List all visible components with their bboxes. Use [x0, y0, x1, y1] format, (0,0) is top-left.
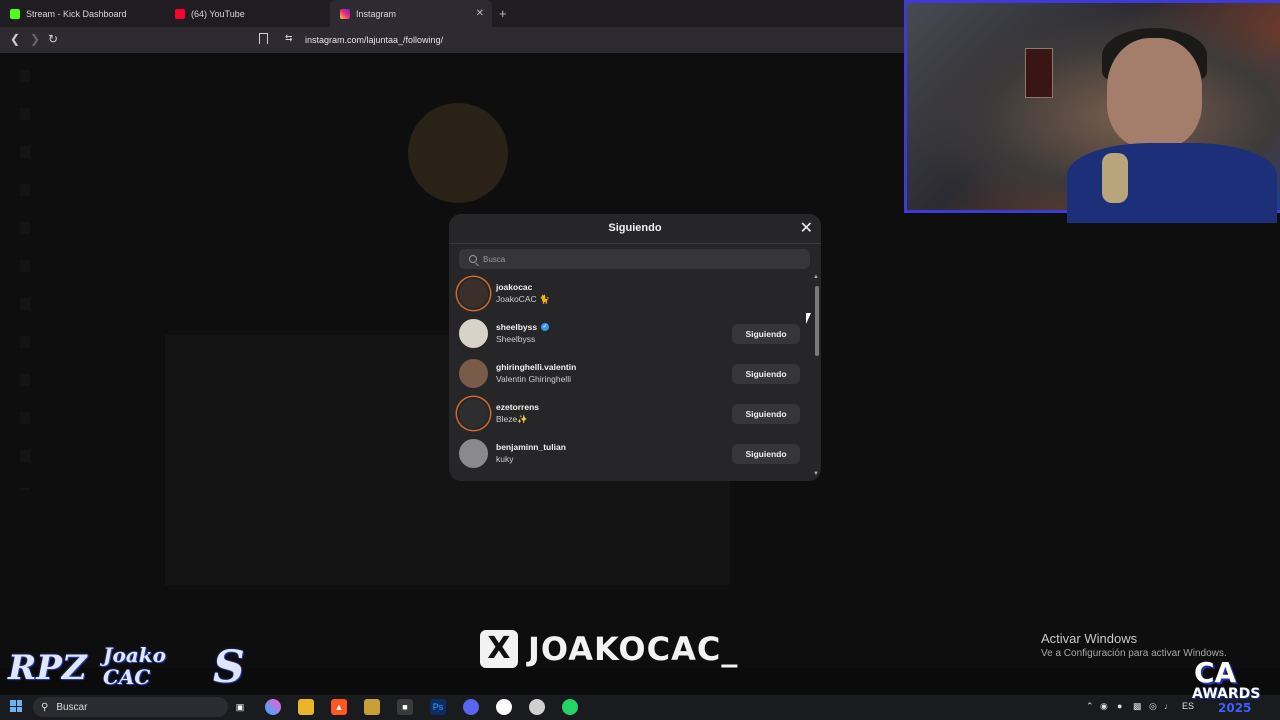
- username[interactable]: ezetorrens: [496, 402, 539, 412]
- avatar[interactable]: [457, 317, 490, 350]
- username[interactable]: ghiringhelli.valentin: [496, 362, 576, 372]
- s-logo: S: [213, 642, 245, 693]
- tab-close-icon[interactable]: ✕: [476, 8, 484, 19]
- following-button[interactable]: Siguiendo: [732, 444, 800, 464]
- youtube-icon: [175, 8, 185, 19]
- following-row[interactable]: ezetorrens Bleze✨ Siguiendo: [449, 394, 813, 434]
- tray-chevron-icon[interactable]: ⌃: [1086, 701, 1094, 712]
- taskbar-search-label: Buscar: [56, 701, 88, 713]
- app-icon[interactable]: [364, 699, 380, 715]
- instagram-icon: [340, 8, 350, 19]
- windows-start-icon[interactable]: [10, 700, 22, 712]
- tray-mic-icon[interactable]: ●: [1117, 701, 1122, 711]
- profile-picture: [408, 103, 508, 203]
- copilot-icon[interactable]: [265, 699, 281, 715]
- capcut-icon[interactable]: ■: [397, 699, 413, 715]
- following-row[interactable]: ghiringhelli.valentin Valentin Ghiringhel…: [449, 354, 813, 394]
- scrollbar-thumb[interactable]: [815, 286, 819, 356]
- username[interactable]: sheelbyss: [496, 322, 537, 332]
- full-name: JoakoCAC 🐈: [496, 294, 550, 304]
- avatar[interactable]: [457, 397, 490, 430]
- tray-volume-icon[interactable]: ♩: [1164, 701, 1173, 711]
- ca-awards-logo: CA AWARDS 2025: [1188, 656, 1278, 716]
- joako-logo: Joako CAC: [103, 643, 166, 689]
- username[interactable]: joakocac: [496, 282, 532, 292]
- search-icon: [469, 255, 477, 263]
- avatar[interactable]: [457, 357, 490, 390]
- activate-windows-title: Activar Windows: [1041, 631, 1138, 646]
- site-info-icon[interactable]: ⇆: [285, 33, 293, 44]
- scroll-up-icon[interactable]: ▲: [813, 274, 819, 280]
- task-view-icon[interactable]: ▣: [232, 699, 248, 715]
- tab-kick[interactable]: Stream - Kick Dashboard: [0, 0, 165, 27]
- back-icon[interactable]: ❮: [10, 32, 20, 46]
- handle-text: JOAKOCAC_: [528, 630, 739, 668]
- following-button[interactable]: Siguiendo: [732, 364, 800, 384]
- avatar[interactable]: [457, 277, 490, 310]
- brave-icon[interactable]: ▲: [331, 699, 347, 715]
- tab-label: Instagram: [356, 8, 397, 19]
- full-name: Sheelbyss: [496, 334, 536, 344]
- sidebar-icons: [20, 70, 30, 490]
- tray-app-icon[interactable]: ▩: [1133, 701, 1142, 712]
- tab-youtube[interactable]: (64) YouTube: [165, 0, 330, 27]
- search-box[interactable]: [459, 249, 810, 269]
- new-tab-button[interactable]: +: [499, 6, 507, 21]
- file-explorer-icon[interactable]: [298, 699, 314, 715]
- browser-tab-bar: Stream - Kick Dashboard (64) YouTube Ins…: [0, 0, 904, 27]
- tab-label: Stream - Kick Dashboard: [26, 8, 127, 19]
- username[interactable]: benjaminn_tulian: [496, 442, 566, 452]
- tray-wifi-icon[interactable]: ◎: [1149, 701, 1157, 712]
- full-name: Valentin Ghiringhelli: [496, 374, 571, 384]
- awards-year-text: 2025: [1218, 701, 1252, 715]
- tab-instagram[interactable]: Instagram ✕: [330, 0, 492, 27]
- divider: [449, 243, 821, 244]
- photoshop-icon[interactable]: Ps: [430, 699, 446, 715]
- webcam-feed: [904, 0, 1280, 223]
- address-bar: [0, 27, 904, 53]
- tray-network-icon[interactable]: ◉: [1100, 701, 1108, 712]
- forward-icon[interactable]: ❯: [30, 32, 40, 46]
- discord-icon[interactable]: [463, 699, 479, 715]
- search-input[interactable]: [483, 254, 783, 264]
- taskbar-search[interactable]: ⚲ Buscar: [33, 697, 228, 717]
- verified-badge-icon: ✓: [541, 323, 549, 331]
- url-field[interactable]: instagram.com/lajuntaa_/following/: [305, 35, 443, 45]
- avatar[interactable]: [457, 437, 490, 470]
- obs-icon[interactable]: [529, 699, 545, 715]
- following-list: joakocac JoakoCAC 🐈 sheelbyss ✓ Sheelbyss Sig…: [449, 274, 813, 481]
- reload-icon[interactable]: ↻: [48, 32, 58, 46]
- following-row[interactable]: sheelbyss ✓ Sheelbyss Siguiendo: [449, 314, 813, 354]
- following-row[interactable]: benjaminn_tuliankuky Siguiendo: [449, 434, 813, 474]
- following-modal: Siguiendo ✕ joakocac JoakoCAC 🐈 sheelbyss ✓…: [449, 214, 821, 481]
- following-button[interactable]: Siguiendo: [732, 404, 800, 424]
- awards-word-text: AWARDS: [1192, 686, 1261, 702]
- tab-label: (64) YouTube: [191, 8, 245, 19]
- stream-logos: RPZ Joako CAC S: [8, 640, 263, 700]
- scroll-down-icon[interactable]: ▼: [813, 471, 819, 477]
- kick-icon: [10, 8, 20, 19]
- mouse-cursor: [806, 313, 811, 324]
- full-name: kuky: [496, 454, 514, 464]
- following-row[interactable]: joakocac JoakoCAC 🐈: [449, 274, 813, 314]
- streamer-handle: X JOAKOCAC_: [480, 630, 738, 668]
- close-icon[interactable]: ✕: [800, 218, 813, 238]
- full-name: Bleze✨: [496, 414, 528, 424]
- bookmark-icon[interactable]: [259, 33, 268, 44]
- chrome-icon[interactable]: [496, 699, 512, 715]
- awards-ca-text: CA: [1194, 656, 1237, 689]
- search-icon: ⚲: [41, 701, 49, 713]
- following-button[interactable]: Siguiendo: [732, 324, 800, 344]
- rpz-logo: RPZ: [8, 648, 87, 688]
- x-logo-icon: X: [480, 630, 518, 668]
- whatsapp-icon[interactable]: [562, 699, 578, 715]
- modal-title: Siguiendo: [608, 222, 662, 234]
